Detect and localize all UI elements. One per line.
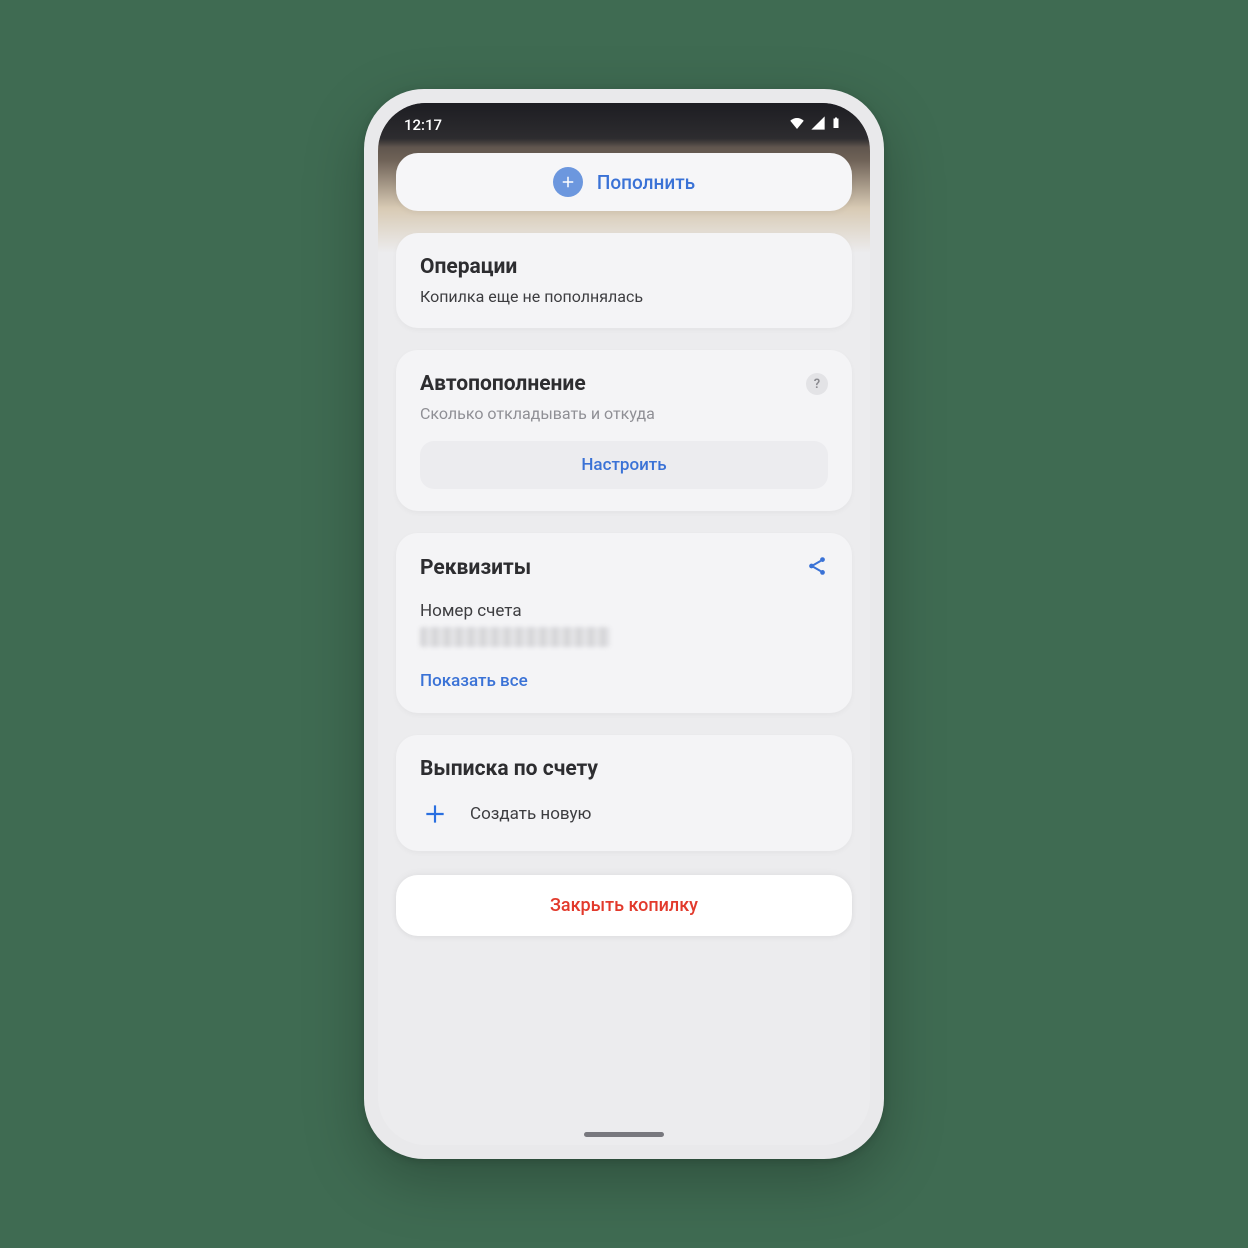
operations-subtitle: Копилка еще не пополнялась bbox=[420, 287, 828, 306]
operations-card: Операции Копилка еще не пополнялась bbox=[396, 233, 852, 328]
status-icons bbox=[788, 114, 842, 136]
home-indicator[interactable] bbox=[584, 1132, 664, 1137]
statement-card: Выписка по счету Создать новую bbox=[396, 735, 852, 851]
operations-title: Операции bbox=[420, 255, 828, 279]
wifi-icon bbox=[788, 114, 806, 136]
battery-icon bbox=[830, 114, 842, 136]
topup-button[interactable]: Пополнить bbox=[396, 153, 852, 211]
share-icon[interactable] bbox=[806, 555, 828, 581]
show-all-link[interactable]: Показать все bbox=[420, 671, 828, 691]
requisites-title: Реквизиты bbox=[420, 556, 531, 580]
account-number-value-blurred bbox=[420, 627, 610, 647]
topup-label: Пополнить bbox=[597, 171, 695, 194]
plus-icon bbox=[420, 799, 450, 829]
configure-button[interactable]: Настроить bbox=[420, 441, 828, 489]
status-bar: 12:17 bbox=[378, 103, 870, 147]
screen: 12:17 Пополнить Опер bbox=[378, 103, 870, 1145]
autotopup-title: Автопополнение bbox=[420, 372, 586, 396]
create-statement-label: Создать новую bbox=[470, 804, 591, 824]
close-piggybank-button[interactable]: Закрыть копилку bbox=[396, 875, 852, 936]
content: Пополнить Операции Копилка еще не пополн… bbox=[378, 153, 870, 954]
plus-circle-icon bbox=[553, 167, 583, 197]
help-icon[interactable]: ? bbox=[806, 373, 828, 395]
phone-frame: 12:17 Пополнить Опер bbox=[364, 89, 884, 1159]
statement-title: Выписка по счету bbox=[420, 757, 828, 781]
requisites-card: Реквизиты Номер счета Показать все bbox=[396, 533, 852, 713]
autotopup-card: Автопополнение ? Сколько откладывать и о… bbox=[396, 350, 852, 511]
account-number-label: Номер счета bbox=[420, 601, 828, 621]
cell-signal-icon bbox=[810, 115, 826, 135]
create-statement-row[interactable]: Создать новую bbox=[420, 799, 828, 829]
autotopup-subtitle: Сколько откладывать и откуда bbox=[420, 404, 828, 423]
status-time: 12:17 bbox=[404, 116, 442, 134]
